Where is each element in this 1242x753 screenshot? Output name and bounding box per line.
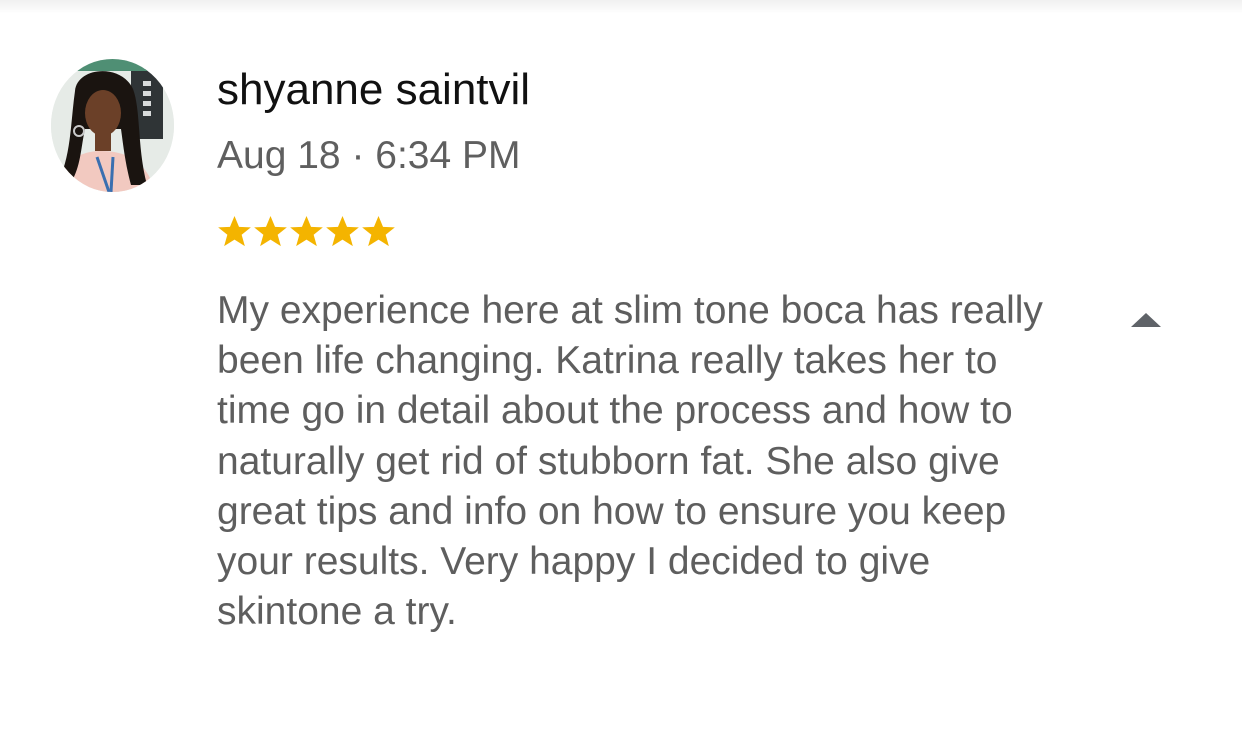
rating-stars [217,212,396,252]
caret-up-icon [1131,313,1161,327]
star-icon [290,215,323,247]
reviewer-name[interactable]: shyanne saintvil [217,64,530,116]
review-text: My experience here at slim tone boca has… [217,289,1043,634]
star-icon [218,215,251,247]
review-date: Aug 18 · 6:34 PM [217,134,521,177]
avatar-photo [51,59,174,192]
star-icon [326,215,359,247]
star-icon [362,215,395,247]
collapse-review-button[interactable] [1122,303,1170,337]
top-divider-shadow [0,0,1242,14]
avatar[interactable] [51,59,174,192]
star-icon [254,215,287,247]
